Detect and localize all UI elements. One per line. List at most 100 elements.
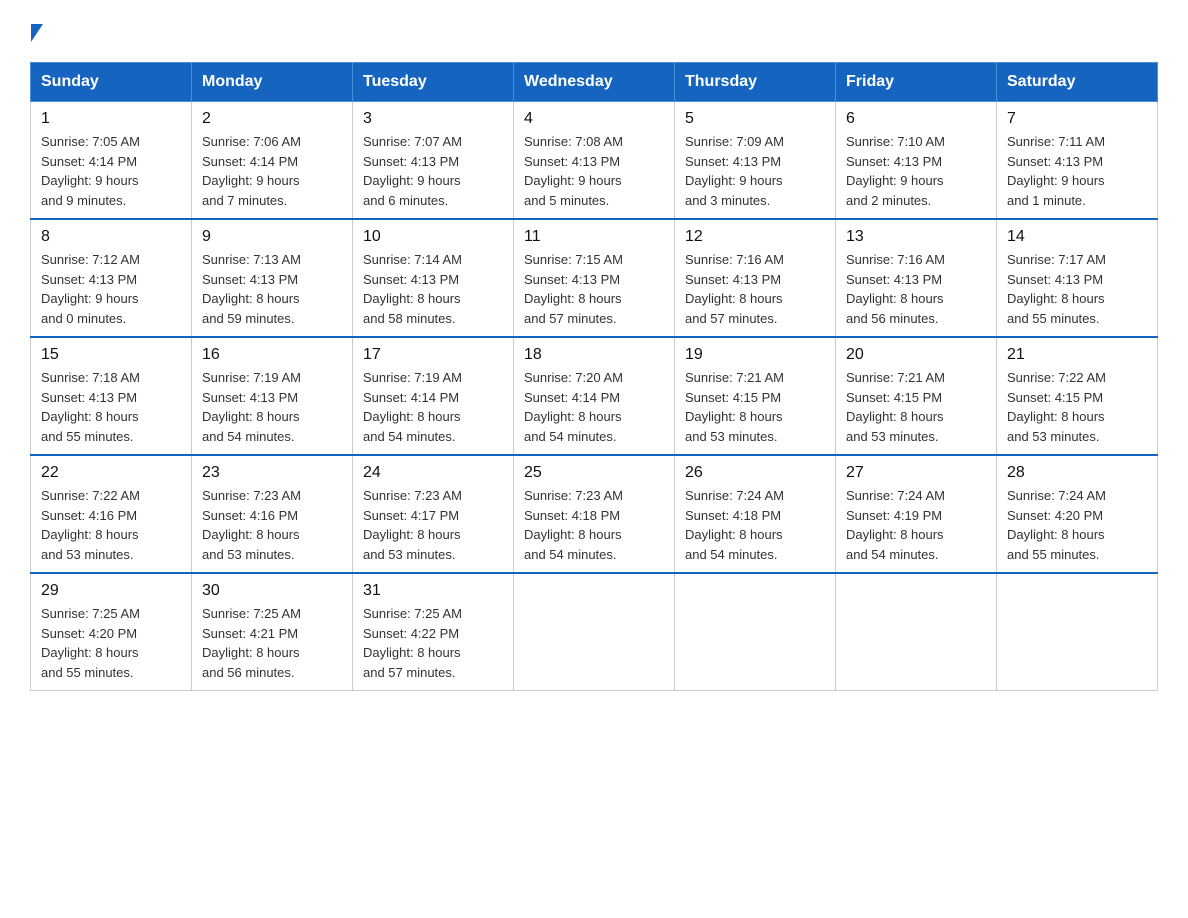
day-info-line: Sunset: 4:17 PM <box>363 506 503 526</box>
day-info-line: Daylight: 9 hours <box>846 171 986 191</box>
day-info-line: Sunset: 4:21 PM <box>202 624 342 644</box>
day-number: 31 <box>363 582 503 600</box>
day-info: Sunrise: 7:18 AMSunset: 4:13 PMDaylight:… <box>41 368 181 446</box>
day-info-line: Daylight: 8 hours <box>1007 525 1147 545</box>
day-info: Sunrise: 7:16 AMSunset: 4:13 PMDaylight:… <box>685 250 825 328</box>
day-info-line: Daylight: 8 hours <box>202 643 342 663</box>
day-info-line: Sunset: 4:22 PM <box>363 624 503 644</box>
calendar-cell: 31Sunrise: 7:25 AMSunset: 4:22 PMDayligh… <box>353 573 514 691</box>
day-number: 4 <box>524 110 664 128</box>
day-info: Sunrise: 7:24 AMSunset: 4:20 PMDaylight:… <box>1007 486 1147 564</box>
calendar-cell: 27Sunrise: 7:24 AMSunset: 4:19 PMDayligh… <box>836 455 997 573</box>
page-header <box>30 20 1158 42</box>
day-info: Sunrise: 7:16 AMSunset: 4:13 PMDaylight:… <box>846 250 986 328</box>
col-header-friday: Friday <box>836 63 997 102</box>
day-info: Sunrise: 7:12 AMSunset: 4:13 PMDaylight:… <box>41 250 181 328</box>
col-header-saturday: Saturday <box>997 63 1158 102</box>
day-info-line: Daylight: 8 hours <box>846 407 986 427</box>
day-info-line: Sunrise: 7:11 AM <box>1007 132 1147 152</box>
day-info-line: and 59 minutes. <box>202 309 342 329</box>
calendar-cell: 8Sunrise: 7:12 AMSunset: 4:13 PMDaylight… <box>31 219 192 337</box>
col-header-wednesday: Wednesday <box>514 63 675 102</box>
calendar-cell: 20Sunrise: 7:21 AMSunset: 4:15 PMDayligh… <box>836 337 997 455</box>
day-info-line: and 54 minutes. <box>202 427 342 447</box>
calendar-cell: 16Sunrise: 7:19 AMSunset: 4:13 PMDayligh… <box>192 337 353 455</box>
day-info-line: Sunset: 4:13 PM <box>202 270 342 290</box>
day-number: 18 <box>524 346 664 364</box>
day-info: Sunrise: 7:24 AMSunset: 4:18 PMDaylight:… <box>685 486 825 564</box>
day-info-line: and 55 minutes. <box>1007 545 1147 565</box>
calendar-cell: 17Sunrise: 7:19 AMSunset: 4:14 PMDayligh… <box>353 337 514 455</box>
calendar-cell <box>675 573 836 691</box>
day-info-line: Daylight: 9 hours <box>363 171 503 191</box>
calendar-week-row: 22Sunrise: 7:22 AMSunset: 4:16 PMDayligh… <box>31 455 1158 573</box>
day-info-line: and 53 minutes. <box>685 427 825 447</box>
day-info-line: and 57 minutes. <box>524 309 664 329</box>
calendar-cell: 29Sunrise: 7:25 AMSunset: 4:20 PMDayligh… <box>31 573 192 691</box>
day-number: 29 <box>41 582 181 600</box>
day-info-line: Daylight: 8 hours <box>524 289 664 309</box>
col-header-thursday: Thursday <box>675 63 836 102</box>
day-info-line: Daylight: 9 hours <box>202 171 342 191</box>
day-info-line: Sunset: 4:15 PM <box>685 388 825 408</box>
day-number: 24 <box>363 464 503 482</box>
day-info-line: Sunrise: 7:07 AM <box>363 132 503 152</box>
day-info-line: Sunset: 4:14 PM <box>202 152 342 172</box>
day-info-line: and 9 minutes. <box>41 191 181 211</box>
day-info-line: Daylight: 8 hours <box>685 407 825 427</box>
day-info: Sunrise: 7:05 AMSunset: 4:14 PMDaylight:… <box>41 132 181 210</box>
day-info-line: and 7 minutes. <box>202 191 342 211</box>
day-info-line: Sunrise: 7:12 AM <box>41 250 181 270</box>
day-info-line: and 55 minutes. <box>41 427 181 447</box>
calendar-cell: 28Sunrise: 7:24 AMSunset: 4:20 PMDayligh… <box>997 455 1158 573</box>
day-info: Sunrise: 7:21 AMSunset: 4:15 PMDaylight:… <box>685 368 825 446</box>
calendar-week-row: 15 Sunrise: 7:18 AMSunset: 4:13 PMDayligh… <box>31 337 1158 455</box>
calendar-cell: 25Sunrise: 7:23 AMSunset: 4:18 PMDayligh… <box>514 455 675 573</box>
day-info-line: Daylight: 8 hours <box>524 407 664 427</box>
day-number: 3 <box>363 110 503 128</box>
calendar-cell: 30Sunrise: 7:25 AMSunset: 4:21 PMDayligh… <box>192 573 353 691</box>
day-info-line: Sunrise: 7:10 AM <box>846 132 986 152</box>
day-info: Sunrise: 7:06 AMSunset: 4:14 PMDaylight:… <box>202 132 342 210</box>
day-info-line: Sunrise: 7:06 AM <box>202 132 342 152</box>
day-info-line: Daylight: 8 hours <box>685 289 825 309</box>
day-info-line: Sunrise: 7:23 AM <box>524 486 664 506</box>
calendar-week-row: 1Sunrise: 7:05 AMSunset: 4:14 PMDaylight… <box>31 102 1158 220</box>
day-number: 10 <box>363 228 503 246</box>
day-number: 21 <box>1007 346 1147 364</box>
calendar-cell: 10Sunrise: 7:14 AMSunset: 4:13 PMDayligh… <box>353 219 514 337</box>
day-info: Sunrise: 7:23 AMSunset: 4:16 PMDaylight:… <box>202 486 342 564</box>
day-info-line: and 54 minutes. <box>846 545 986 565</box>
day-info-line: Daylight: 8 hours <box>846 289 986 309</box>
day-info-line: Daylight: 8 hours <box>202 525 342 545</box>
calendar-cell: 4Sunrise: 7:08 AMSunset: 4:13 PMDaylight… <box>514 102 675 220</box>
day-info-line: Sunset: 4:13 PM <box>685 270 825 290</box>
calendar-cell: 7Sunrise: 7:11 AMSunset: 4:13 PMDaylight… <box>997 102 1158 220</box>
day-info-line: Daylight: 8 hours <box>202 407 342 427</box>
day-info-line: and 58 minutes. <box>363 309 503 329</box>
calendar-cell: 12 Sunrise: 7:16 AMSunset: 4:13 PMDayligh… <box>675 219 836 337</box>
day-info-line: Sunrise: 7:13 AM <box>202 250 342 270</box>
calendar-cell: 15 Sunrise: 7:18 AMSunset: 4:13 PMDayligh… <box>31 337 192 455</box>
day-info-line: and 56 minutes. <box>846 309 986 329</box>
day-info-line: Sunset: 4:13 PM <box>1007 270 1147 290</box>
day-info-line: Daylight: 9 hours <box>41 171 181 191</box>
day-info-line: Sunset: 4:20 PM <box>1007 506 1147 526</box>
day-number: 15 <box>41 346 181 364</box>
day-info-line: Sunset: 4:20 PM <box>41 624 181 644</box>
day-info-line: Daylight: 8 hours <box>1007 407 1147 427</box>
day-info-line: Daylight: 8 hours <box>524 525 664 545</box>
calendar-header-row: SundayMondayTuesdayWednesdayThursdayFrid… <box>31 63 1158 102</box>
col-header-monday: Monday <box>192 63 353 102</box>
day-info: Sunrise: 7:22 AMSunset: 4:15 PMDaylight:… <box>1007 368 1147 446</box>
calendar-cell: 3Sunrise: 7:07 AMSunset: 4:13 PMDaylight… <box>353 102 514 220</box>
day-info: Sunrise: 7:10 AMSunset: 4:13 PMDaylight:… <box>846 132 986 210</box>
day-info-line: and 53 minutes. <box>202 545 342 565</box>
day-number: 12 <box>685 228 825 246</box>
day-info-line: Sunset: 4:13 PM <box>202 388 342 408</box>
day-info-line: Daylight: 8 hours <box>363 407 503 427</box>
day-info-line: Daylight: 8 hours <box>685 525 825 545</box>
day-info-line: and 53 minutes. <box>363 545 503 565</box>
day-info-line: Sunrise: 7:25 AM <box>363 604 503 624</box>
day-number: 16 <box>202 346 342 364</box>
